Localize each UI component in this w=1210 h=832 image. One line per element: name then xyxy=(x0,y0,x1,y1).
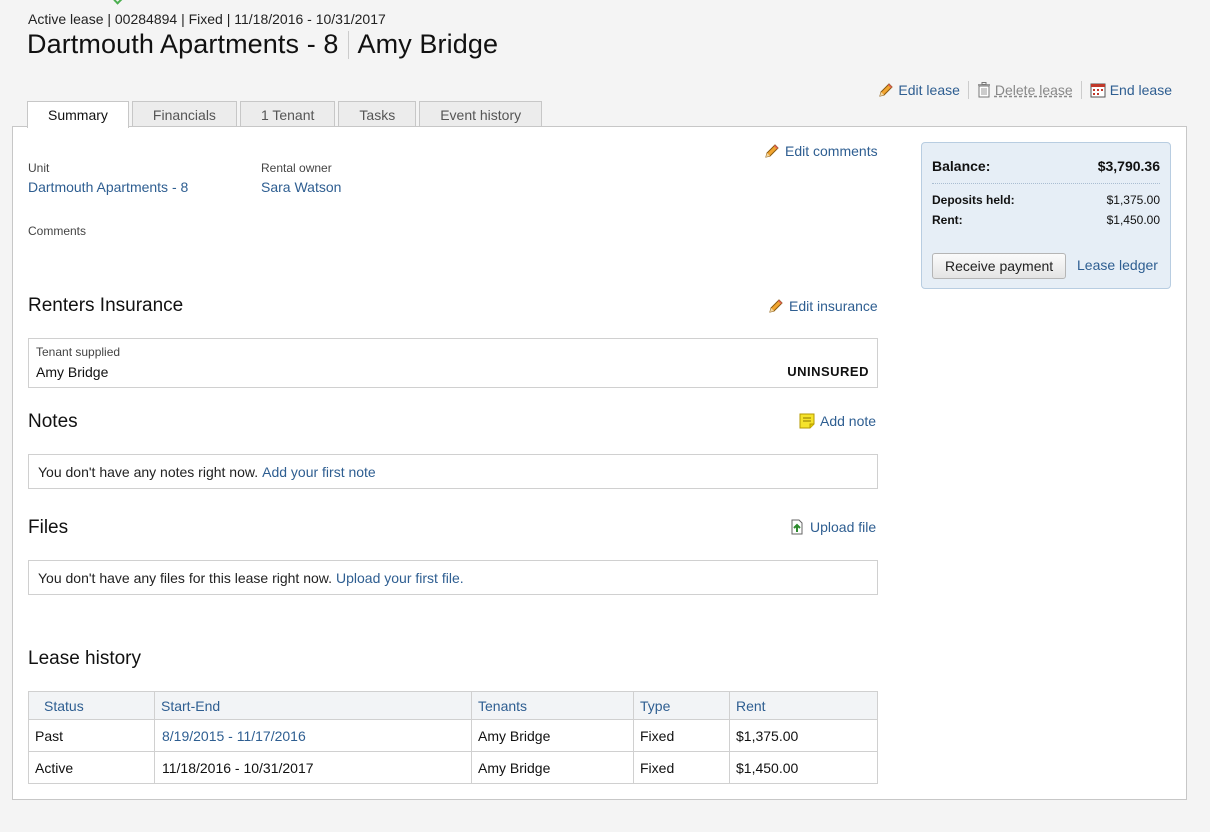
upload-first-file-link[interactable]: Upload your first file. xyxy=(336,570,464,586)
pencil-icon xyxy=(769,299,783,313)
upload-file-label: Upload file xyxy=(810,519,877,535)
rent-label: Rent: xyxy=(932,213,963,227)
title-divider xyxy=(347,30,349,59)
cell-rent: $1,375.00 xyxy=(729,719,878,752)
notes-empty-message: You don't have any notes right now. Add … xyxy=(29,455,877,488)
lease-history-title: Lease history xyxy=(28,648,142,669)
table-row: Active 11/18/2016 - 10/31/2017 Amy Bridg… xyxy=(28,751,878,784)
column-status[interactable]: Status xyxy=(28,691,155,720)
table-row: Past 8/19/2015 - 11/17/2016 Amy Bridge F… xyxy=(28,719,878,752)
insured-tenant: Amy Bridge xyxy=(36,364,109,380)
unit-link[interactable]: Dartmouth Apartments - 8 xyxy=(28,179,188,195)
delete-lease-label: Delete lease xyxy=(994,82,1073,98)
edit-insurance-link[interactable]: Edit insurance xyxy=(768,298,878,314)
cell-rent: $1,450.00 xyxy=(729,751,878,784)
lease-actions: Edit lease Delete lease End lease xyxy=(878,81,1172,99)
edit-lease-label: Edit lease xyxy=(898,82,960,98)
end-lease-link[interactable]: End lease xyxy=(1090,82,1172,98)
owner-field: Rental owner Sara Watson xyxy=(261,161,341,197)
insurance-status: UNINSURED xyxy=(787,364,869,379)
tab-financials[interactable]: Financials xyxy=(131,101,237,127)
add-first-note-link[interactable]: Add your first note xyxy=(262,464,376,480)
cell-status: Active xyxy=(28,751,155,784)
cell-type: Fixed xyxy=(633,751,730,784)
rent-row: Rent: $1,450.00 xyxy=(932,213,1160,227)
edit-comments-link[interactable]: Edit comments xyxy=(764,143,878,159)
unit-label: Unit xyxy=(28,161,50,175)
cell-type: Fixed xyxy=(633,719,730,752)
deposits-row: Deposits held: $1,375.00 xyxy=(932,193,1160,207)
table-header-row: Status Start-End Tenants Type Rent xyxy=(28,691,878,720)
tab-summary[interactable]: Summary xyxy=(27,101,129,128)
pencil-icon xyxy=(765,144,779,158)
tenant-supplied-label: Tenant supplied xyxy=(36,345,121,359)
owner-link[interactable]: Sara Watson xyxy=(261,179,341,195)
balance-row: Balance: $3,790.36 xyxy=(932,158,1160,174)
insurance-title: Renters Insurance xyxy=(28,295,184,316)
upload-icon xyxy=(791,519,803,535)
column-start-end[interactable]: Start-End xyxy=(154,691,472,720)
notes-empty-text: You don't have any notes right now. xyxy=(38,463,259,480)
notes-title: Notes xyxy=(28,411,78,432)
page-title: Dartmouth Apartments - 8 Amy Bridge xyxy=(27,29,498,60)
pencil-icon xyxy=(879,83,894,97)
action-divider xyxy=(1080,81,1082,99)
calendar-icon xyxy=(1090,83,1106,98)
files-title: Files xyxy=(28,517,69,538)
summary-panel: Edit comments Unit Dartmouth Apartments … xyxy=(12,126,1187,800)
upload-file-link[interactable]: Upload file xyxy=(789,519,876,535)
lease-ledger-link[interactable]: Lease ledger xyxy=(1077,257,1158,273)
column-rent[interactable]: Rent xyxy=(729,691,878,720)
tab-bar: Summary Financials 1 Tenant Tasks Event … xyxy=(27,101,543,128)
add-note-link[interactable]: Add note xyxy=(799,413,876,429)
balance-value: $3,790.36 xyxy=(1097,158,1160,174)
action-divider xyxy=(967,81,969,99)
files-empty-text: You don't have any files for this lease … xyxy=(38,569,333,586)
cell-range: 11/18/2016 - 10/31/2017 xyxy=(154,751,472,784)
insurance-box: Tenant supplied Amy Bridge UNINSURED xyxy=(28,338,878,388)
comments-field: Comments xyxy=(28,224,86,242)
unit-title: Dartmouth Apartments - 8 xyxy=(27,29,339,59)
end-lease-label: End lease xyxy=(1109,82,1172,98)
delete-lease-link[interactable]: Delete lease xyxy=(977,82,1073,98)
sticky-note-icon xyxy=(799,413,815,429)
receive-payment-button[interactable]: Receive payment xyxy=(932,253,1067,279)
rent-value: $1,450.00 xyxy=(1106,213,1160,227)
files-empty-message: You don't have any files for this lease … xyxy=(29,561,877,594)
cell-range: 8/19/2015 - 11/17/2016 xyxy=(154,719,472,752)
edit-comments-label: Edit comments xyxy=(785,143,878,159)
cell-tenants: Amy Bridge xyxy=(471,719,634,752)
tab-event-history[interactable]: Event history xyxy=(419,101,543,127)
owner-label: Rental owner xyxy=(261,161,332,175)
tenant-title: Amy Bridge xyxy=(357,29,499,59)
notes-box: You don't have any notes right now. Add … xyxy=(28,454,878,489)
balance-card: Balance: $3,790.36 Deposits held: $1,375… xyxy=(921,142,1171,289)
cell-status: Past xyxy=(28,719,155,752)
balance-divider xyxy=(932,183,1160,184)
lease-history-table: Status Start-End Tenants Type Rent Past … xyxy=(28,691,878,784)
deposits-value: $1,375.00 xyxy=(1106,193,1160,207)
trash-icon xyxy=(977,82,990,98)
edit-lease-link[interactable]: Edit lease xyxy=(878,82,960,98)
tab-tenants[interactable]: 1 Tenant xyxy=(239,101,336,127)
add-note-label: Add note xyxy=(820,413,877,429)
column-tenants[interactable]: Tenants xyxy=(471,691,634,720)
comments-label: Comments xyxy=(28,224,87,238)
deposits-label: Deposits held: xyxy=(932,193,1015,207)
check-icon xyxy=(113,0,125,5)
lease-range-link[interactable]: 8/19/2015 - 11/17/2016 xyxy=(162,728,306,744)
unit-field: Unit Dartmouth Apartments - 8 xyxy=(28,161,188,197)
files-box: You don't have any files for this lease … xyxy=(28,560,878,595)
column-type[interactable]: Type xyxy=(633,691,730,720)
cell-tenants: Amy Bridge xyxy=(471,751,634,784)
lease-meta: Active lease | 00284894 | Fixed | 11/18/… xyxy=(28,11,386,27)
tab-tasks[interactable]: Tasks xyxy=(338,101,417,127)
edit-insurance-label: Edit insurance xyxy=(789,298,878,314)
balance-label: Balance: xyxy=(932,158,991,174)
